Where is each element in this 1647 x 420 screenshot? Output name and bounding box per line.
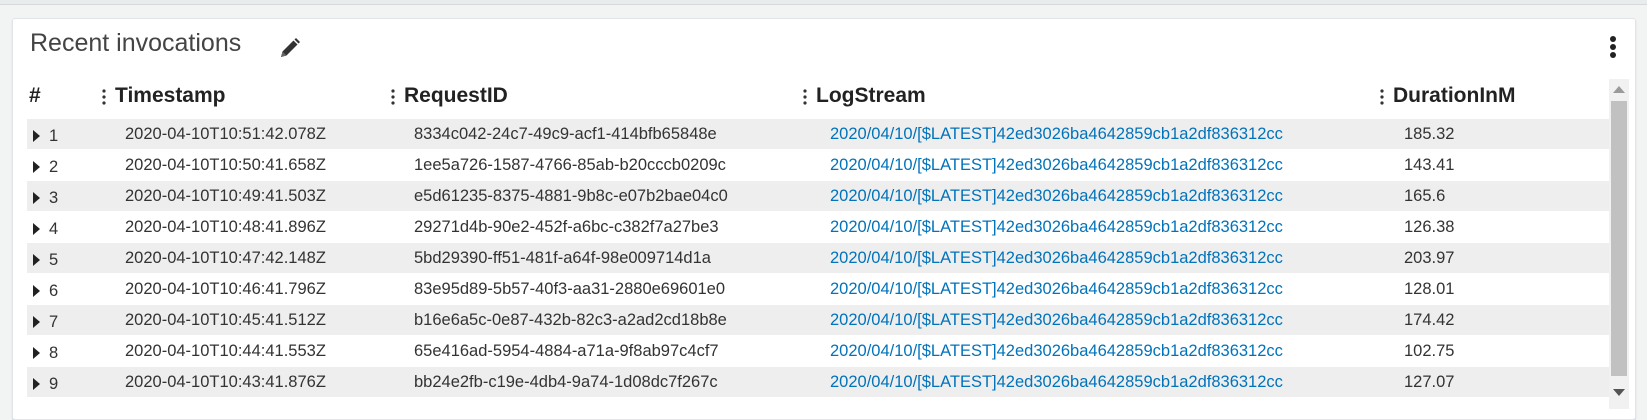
timestamp-cell: 2020-04-10T10:45:41.512Z <box>125 311 326 329</box>
log-stream-link[interactable]: 2020/04/10/[$LATEST]42ed3026ba4642859cb1… <box>830 305 1283 335</box>
row-index: 2 <box>49 158 59 176</box>
table-row[interactable]: 9 2020-04-10T10:43:41.876Z bb24e2fb-c19e… <box>27 367 1609 398</box>
log-stream-link[interactable]: 2020/04/10/[$LATEST]42ed3026ba4642859cb1… <box>830 243 1283 273</box>
column-resize-icon[interactable] <box>802 88 808 106</box>
duration-cell: 165.6 <box>1404 187 1446 205</box>
scroll-up-icon[interactable] <box>1613 86 1625 93</box>
scrollbar-thumb[interactable] <box>1611 101 1627 376</box>
row-index: 6 <box>49 282 59 300</box>
top-border <box>0 0 1647 5</box>
column-header-requestid[interactable]: RequestID <box>391 79 508 119</box>
expand-row-icon[interactable] <box>33 378 40 390</box>
column-header-label: RequestID <box>404 84 508 107</box>
row-index: 4 <box>49 220 59 238</box>
request-id-cell: 8334c042-24c7-49c9-acf1-414bfb65848e <box>414 125 717 143</box>
invocations-table: # Timestamp RequestID LogStream Duration… <box>27 79 1609 409</box>
scroll-down-icon[interactable] <box>1613 389 1625 396</box>
recent-invocations-widget: Recent invocations # Timestamp RequestID… <box>12 18 1636 420</box>
table-row[interactable]: 4 2020-04-10T10:48:41.896Z 29271d4b-90e2… <box>27 212 1609 243</box>
expand-row-icon[interactable] <box>33 192 40 204</box>
request-id-cell: 1ee5a726-1587-4766-85ab-b20cccb0209c <box>414 156 726 174</box>
table-row[interactable]: 7 2020-04-10T10:45:41.512Z b16e6a5c-0e87… <box>27 305 1609 336</box>
expand-row-icon[interactable] <box>33 223 40 235</box>
expand-row-icon[interactable] <box>33 254 40 266</box>
column-header-label: LogStream <box>816 84 926 107</box>
row-index: 8 <box>49 344 59 362</box>
table-row[interactable]: 6 2020-04-10T10:46:41.796Z 83e95d89-5b57… <box>27 274 1609 305</box>
column-header-label: Timestamp <box>115 84 226 107</box>
duration-cell: 203.97 <box>1404 249 1455 267</box>
table-body: 1 2020-04-10T10:51:42.078Z 8334c042-24c7… <box>27 119 1609 398</box>
request-id-cell: e5d61235-8375-4881-9b8c-e07b2bae04c0 <box>414 187 728 205</box>
timestamp-cell: 2020-04-10T10:49:41.503Z <box>125 187 326 205</box>
expand-row-icon[interactable] <box>33 130 40 142</box>
timestamp-cell: 2020-04-10T10:51:42.078Z <box>125 125 326 143</box>
log-stream-link[interactable]: 2020/04/10/[$LATEST]42ed3026ba4642859cb1… <box>830 274 1283 304</box>
timestamp-cell: 2020-04-10T10:44:41.553Z <box>125 342 326 360</box>
table-row[interactable]: 3 2020-04-10T10:49:41.503Z e5d61235-8375… <box>27 181 1609 212</box>
timestamp-cell: 2020-04-10T10:50:41.658Z <box>125 156 326 174</box>
vertical-ellipsis-icon[interactable] <box>1603 34 1623 62</box>
log-stream-link[interactable]: 2020/04/10/[$LATEST]42ed3026ba4642859cb1… <box>830 119 1283 149</box>
duration-cell: 126.38 <box>1404 218 1455 236</box>
table-header: # Timestamp RequestID LogStream Duration… <box>27 79 1609 119</box>
duration-cell: 127.07 <box>1404 373 1455 391</box>
duration-cell: 185.32 <box>1404 125 1455 143</box>
timestamp-cell: 2020-04-10T10:43:41.876Z <box>125 373 326 391</box>
column-resize-icon[interactable] <box>101 88 107 106</box>
table-row[interactable]: 2 2020-04-10T10:50:41.658Z 1ee5a726-1587… <box>27 150 1609 181</box>
column-header-label: # <box>29 84 41 107</box>
request-id-cell: b16e6a5c-0e87-432b-82c3-a2ad2cd18b8e <box>414 311 727 329</box>
row-index: 7 <box>49 313 59 331</box>
row-index: 5 <box>49 251 59 269</box>
timestamp-cell: 2020-04-10T10:46:41.796Z <box>125 280 326 298</box>
table-row[interactable]: 5 2020-04-10T10:47:42.148Z 5bd29390-ff51… <box>27 243 1609 274</box>
request-id-cell: 29271d4b-90e2-452f-a6bc-c382f7a27be3 <box>414 218 719 236</box>
column-resize-icon[interactable] <box>390 88 396 106</box>
duration-cell: 174.42 <box>1404 311 1455 329</box>
row-index: 1 <box>49 127 59 145</box>
request-id-cell: 65e416ad-5954-4884-a71a-9f8ab97c4cf7 <box>414 342 719 360</box>
request-id-cell: 5bd29390-ff51-481f-a64f-98e009714d1a <box>414 249 711 267</box>
column-resize-icon[interactable] <box>1379 88 1385 106</box>
column-header-logstream[interactable]: LogStream <box>803 79 926 119</box>
widget-title: Recent invocations <box>30 29 242 57</box>
column-header-label: DurationInM <box>1393 84 1516 107</box>
duration-cell: 143.41 <box>1404 156 1455 174</box>
expand-row-icon[interactable] <box>33 161 40 173</box>
table-row[interactable]: 1 2020-04-10T10:51:42.078Z 8334c042-24c7… <box>27 119 1609 150</box>
column-header-index[interactable]: # <box>29 79 41 119</box>
column-header-duration[interactable]: DurationInM <box>1380 79 1516 119</box>
pencil-icon[interactable] <box>278 36 302 60</box>
timestamp-cell: 2020-04-10T10:48:41.896Z <box>125 218 326 236</box>
log-stream-link[interactable]: 2020/04/10/[$LATEST]42ed3026ba4642859cb1… <box>830 181 1283 211</box>
duration-cell: 102.75 <box>1404 342 1455 360</box>
log-stream-link[interactable]: 2020/04/10/[$LATEST]42ed3026ba4642859cb1… <box>830 336 1283 366</box>
log-stream-link[interactable]: 2020/04/10/[$LATEST]42ed3026ba4642859cb1… <box>830 367 1283 397</box>
timestamp-cell: 2020-04-10T10:47:42.148Z <box>125 249 326 267</box>
duration-cell: 128.01 <box>1404 280 1455 298</box>
log-stream-link[interactable]: 2020/04/10/[$LATEST]42ed3026ba4642859cb1… <box>830 150 1283 180</box>
row-index: 9 <box>49 375 59 393</box>
request-id-cell: bb24e2fb-c19e-4db4-9a74-1d08dc7f267c <box>414 373 718 391</box>
request-id-cell: 83e95d89-5b57-40f3-aa31-2880e69601e0 <box>414 280 726 298</box>
log-stream-link[interactable]: 2020/04/10/[$LATEST]42ed3026ba4642859cb1… <box>830 212 1283 242</box>
table-row[interactable]: 8 2020-04-10T10:44:41.553Z 65e416ad-5954… <box>27 336 1609 367</box>
expand-row-icon[interactable] <box>33 347 40 359</box>
expand-row-icon[interactable] <box>33 316 40 328</box>
row-index: 3 <box>49 189 59 207</box>
vertical-scrollbar[interactable] <box>1609 79 1629 409</box>
expand-row-icon[interactable] <box>33 285 40 297</box>
column-header-timestamp[interactable]: Timestamp <box>102 79 226 119</box>
